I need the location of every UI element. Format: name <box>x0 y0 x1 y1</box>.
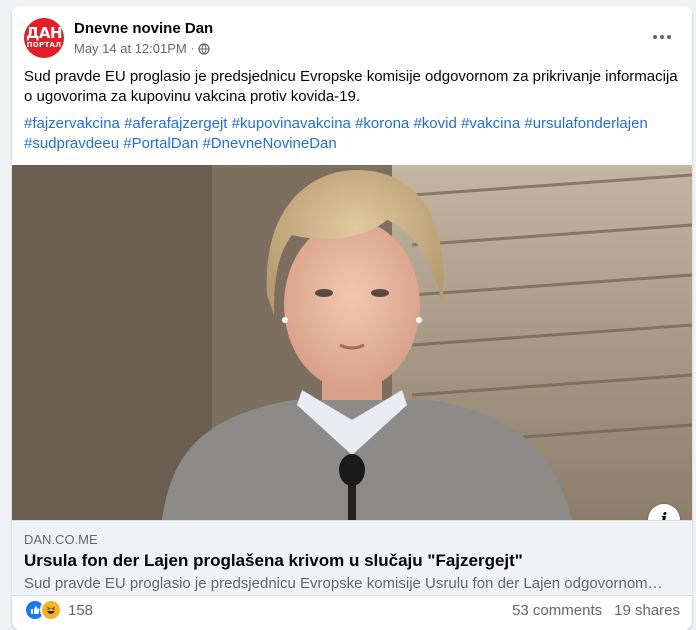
link-domain: DAN.CO.ME <box>24 532 98 547</box>
comments-count-link[interactable]: 53 comments <box>512 602 602 619</box>
hashtag-link[interactable]: #DnevneNovineDan <box>202 135 336 152</box>
haha-icon <box>40 599 62 621</box>
hashtag-link[interactable]: #PortalDan <box>123 135 198 152</box>
avatar-logo-subtext: ПОРТАЛ <box>26 41 62 49</box>
post-card: ДАН ПОРТАЛ Dnevne novine Dan May 14 at 1… <box>12 6 692 630</box>
hashtag-link[interactable]: #aferafajzergejt <box>124 115 227 132</box>
hashtag-link[interactable]: #fajzervakcina <box>24 115 120 132</box>
more-dot <box>660 35 664 39</box>
avatar-logo-text: ДАН <box>25 24 63 42</box>
hashtag-link[interactable]: #kupovinavakcina <box>232 115 351 132</box>
hashtag-list: #fajzervakcina #aferafajzergejt #kupovin… <box>24 114 684 154</box>
portrait-photo <box>12 165 692 520</box>
post-timestamp[interactable]: May 14 at 12:01PM <box>74 41 187 56</box>
hashtag-link[interactable]: #korona <box>355 115 409 132</box>
more-dot <box>653 35 657 39</box>
link-title[interactable]: Ursula fon der Lajen proglašena krivom u… <box>24 551 523 571</box>
link-preview[interactable]: DAN.CO.ME Ursula fon der Lajen proglašen… <box>12 520 692 596</box>
hashtag-link[interactable]: #sudpravdeeu <box>24 135 119 152</box>
globe-icon[interactable] <box>198 42 211 55</box>
hashtag-link[interactable]: #vakcina <box>461 115 520 132</box>
meta-separator: · <box>190 42 195 55</box>
hashtag-link[interactable]: #kovid <box>413 115 456 132</box>
post-text: Sud pravde EU proglasio je predsjednicu … <box>24 68 678 105</box>
page-name-link[interactable]: Dnevne novine Dan <box>74 20 213 37</box>
shares-count-link[interactable]: 19 shares <box>614 602 680 619</box>
more-dot <box>667 35 671 39</box>
link-preview-image[interactable] <box>12 165 692 520</box>
reaction-count: 158 <box>68 601 94 619</box>
engagement-stats: 53 comments 19 shares <box>512 602 680 619</box>
reaction-summary[interactable]: 158 <box>24 599 93 621</box>
page-avatar[interactable]: ДАН ПОРТАЛ <box>24 18 64 58</box>
post-footer: 158 53 comments 19 shares <box>24 596 680 624</box>
hashtag-link[interactable]: #ursulafonderlajen <box>524 115 647 132</box>
more-options-icon[interactable] <box>648 26 676 48</box>
post-meta: May 14 at 12:01PM · <box>74 41 211 56</box>
link-description: Sud pravde EU proglasio je predsjednicu … <box>24 575 664 592</box>
post-header: ДАН ПОРТАЛ Dnevne novine Dan May 14 at 1… <box>24 18 680 62</box>
